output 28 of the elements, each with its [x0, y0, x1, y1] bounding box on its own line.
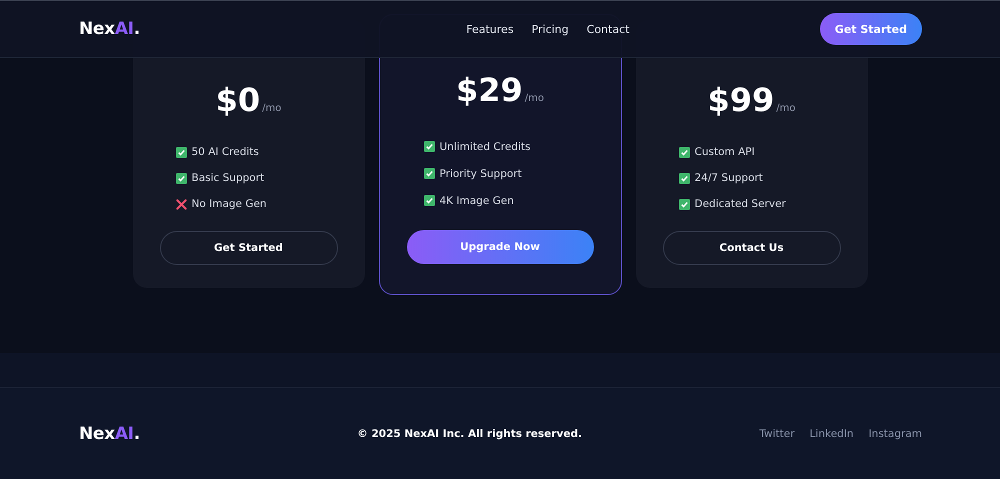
feature-label: Priority Support	[440, 168, 522, 180]
feature-label: 24/7 Support	[694, 172, 763, 184]
plan-button[interactable]: Upgrade Now	[406, 230, 594, 264]
nav-link[interactable]: Contact	[586, 22, 630, 36]
logo[interactable]: NexAI.	[79, 19, 140, 39]
feature-label: Dedicated Server	[694, 198, 786, 210]
feature-label: Unlimited Credits	[440, 140, 530, 152]
plan-button[interactable]: Get Started	[160, 231, 338, 265]
feature-label: Custom API	[694, 146, 755, 158]
feature-label: 4K Image Gen	[440, 194, 514, 206]
get-started-button[interactable]: Get Started	[820, 13, 922, 45]
nav-link[interactable]: Pricing	[532, 22, 569, 36]
plan-price: $99	[707, 81, 774, 119]
price-period: /mo	[776, 103, 796, 114]
feature-label: No Image Gen	[192, 198, 267, 210]
plan-price: $29	[456, 71, 523, 109]
plan-price: $0	[216, 81, 260, 119]
price-period: /mo	[524, 93, 544, 104]
copyright-text: © 2025 NexAI Inc. All rights reserved.	[356, 428, 583, 440]
feature-label: 50 AI Credits	[192, 146, 259, 158]
social-link[interactable]: Instagram	[868, 428, 922, 440]
price-period: /mo	[262, 103, 282, 114]
nav-link[interactable]: Features	[466, 22, 514, 36]
social-link[interactable]: Twitter	[759, 428, 795, 440]
social-link[interactable]: LinkedIn	[810, 428, 854, 440]
logo[interactable]: NexAI.	[79, 424, 140, 444]
feature-label: Basic Support	[192, 172, 264, 184]
plan-button[interactable]: Contact Us	[662, 231, 840, 265]
